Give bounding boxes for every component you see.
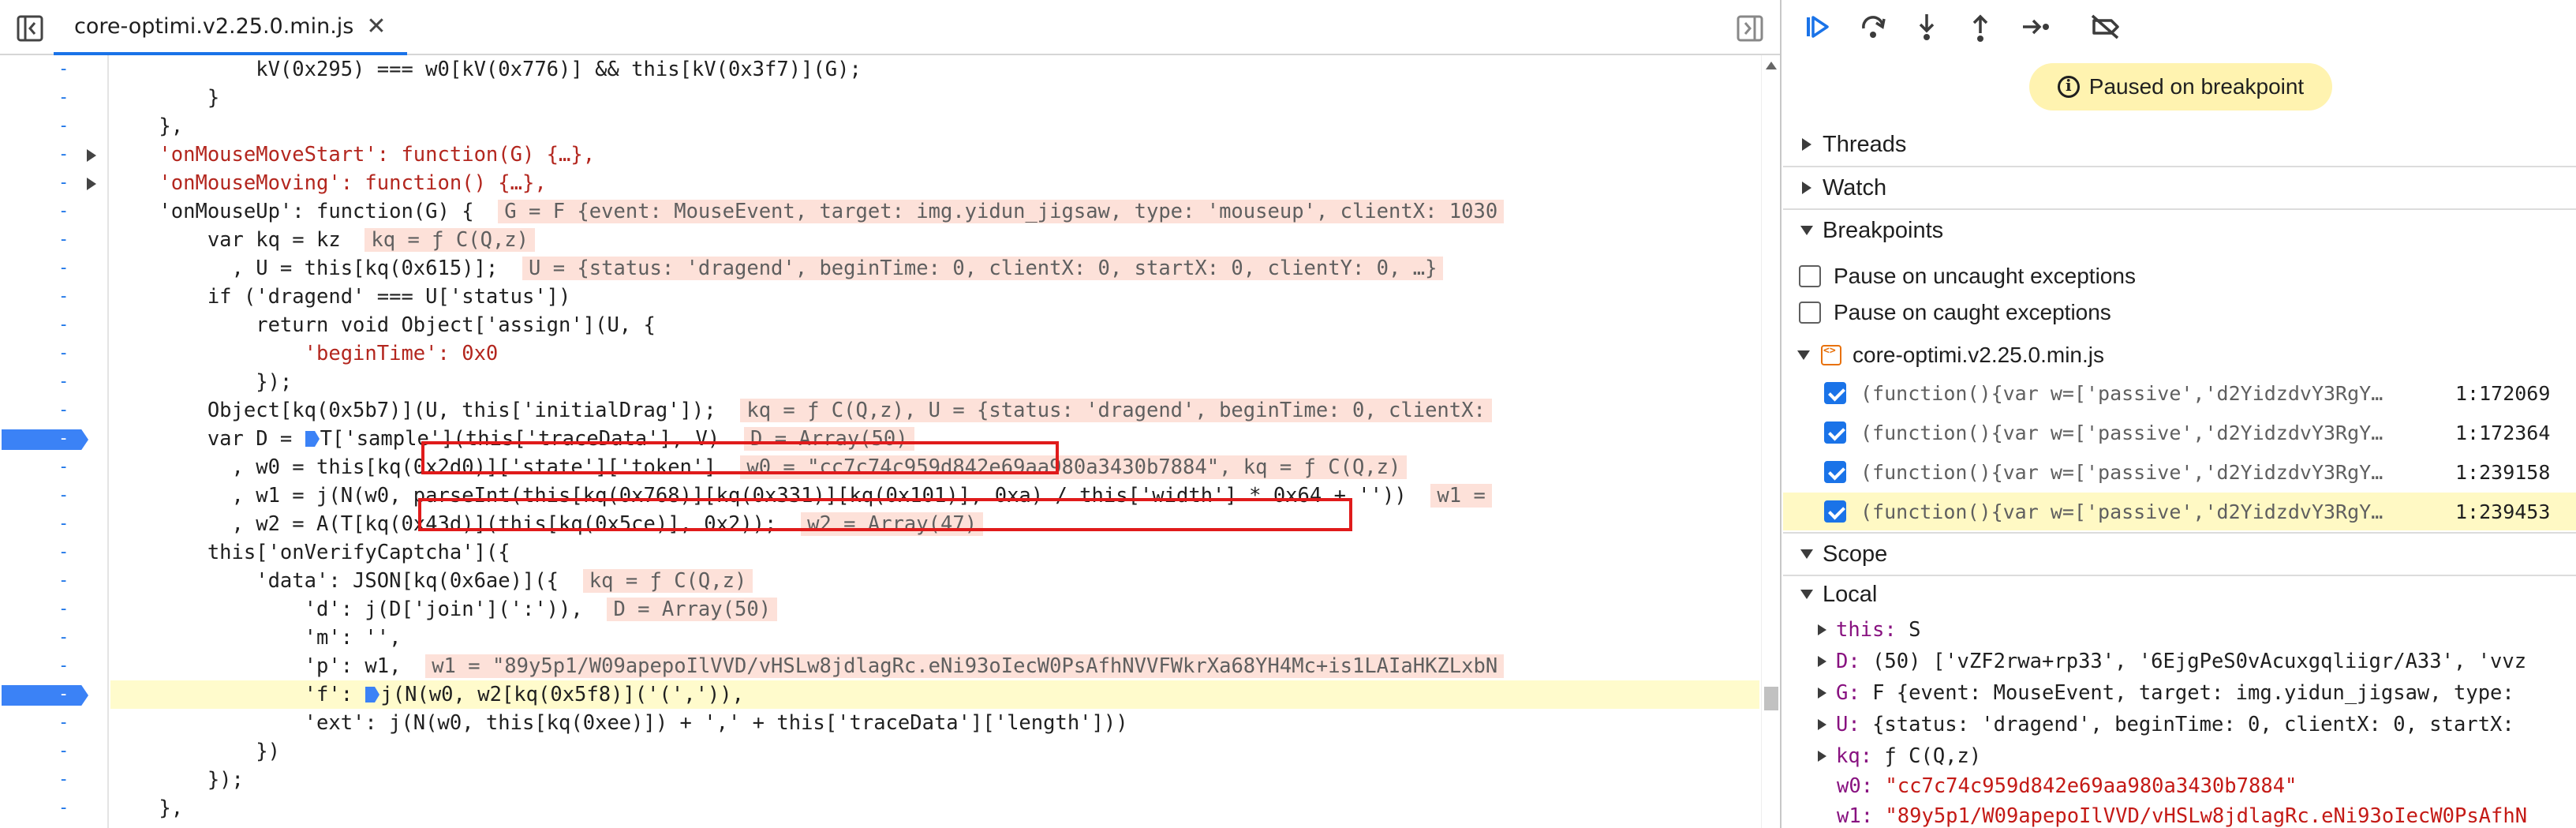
scrollbar-thumb[interactable]	[1764, 687, 1778, 710]
breakpoint-checkbox[interactable]	[1824, 421, 1846, 444]
scope-var-U[interactable]: U: {status: 'dragend', beginTime: 0, cli…	[1783, 709, 2576, 740]
paused-status-banner: Paused on breakpoint	[2029, 63, 2332, 111]
watch-section-header[interactable]: Watch	[1783, 166, 2576, 208]
breakpoint-checkbox[interactable]	[1824, 461, 1846, 483]
debugger-panel: Paused on breakpoint Threads Watch Break…	[1783, 0, 2576, 828]
inline-breakpoint-icon[interactable]	[305, 430, 320, 448]
code-line: 'p': w1, w1 = "89y5p1/W09apepoIlVVD/vHSL…	[110, 652, 1759, 680]
scope-var-G[interactable]: G: F {event: MouseEvent, target: img.yid…	[1783, 677, 2576, 709]
close-icon[interactable]: ✕	[366, 13, 386, 40]
file-tab[interactable]: core-optimi.v2.25.0.min.js ✕	[54, 0, 407, 55]
expand-arrow-icon	[1818, 656, 1826, 667]
code-line: 'data': JSON[kq(0x6ae)]({ kq = ƒ C(Q,z)	[110, 567, 1759, 595]
inline-value: kq = ƒ C(Q,z)	[365, 228, 536, 252]
expand-arrow-icon	[1818, 688, 1826, 699]
breakpoint-marker[interactable]: -	[2, 429, 88, 450]
code-line: this['onVerifyCaptcha']({	[110, 541, 510, 564]
toggle-navigator-icon[interactable]	[16, 14, 44, 43]
breakpoint-marker[interactable]: -	[2, 685, 88, 706]
local-scope-header[interactable]: Local	[1783, 575, 2576, 613]
scope-var-D[interactable]: D: (50) ['vZF2rwa+rp33', '6EjgPeS0vAcuxg…	[1783, 646, 2576, 677]
pause-uncaught-option[interactable]: Pause on uncaught exceptions	[1799, 259, 2136, 294]
code-line: },	[110, 796, 184, 820]
code-line: 'onMouseUp': function(G) { G = F {event:…	[110, 197, 1759, 226]
code-line: return void Object['assign'](U, {	[110, 313, 656, 337]
collapse-arrow-icon	[1797, 350, 1810, 360]
breakpoint-item[interactable]: (function(){var w=['passive','d2YidzdvY3…	[1783, 374, 2576, 412]
scope-var-kq[interactable]: kq: ƒ C(Q,z)	[1783, 740, 2576, 772]
code-line: if ('dragend' === U['status'])	[110, 285, 571, 309]
code-line: }	[110, 86, 220, 110]
current-execution-line: 'f': j(N(w0, w2[kq(0x5f8)]('(',')),	[110, 680, 1759, 709]
inline-value: D = Array(50)	[607, 598, 778, 621]
inline-value: kq = ƒ C(Q,z)	[582, 569, 753, 593]
breakpoint-item[interactable]: (function(){var w=['passive','d2YidzdvY3…	[1783, 453, 2576, 491]
expand-arrow-icon	[1818, 719, 1826, 730]
collapse-arrow-icon	[1800, 549, 1813, 559]
toggle-debugger-icon[interactable]	[1736, 14, 1764, 43]
pause-uncaught-checkbox[interactable]	[1799, 265, 1821, 287]
code-line: var kq = kz kq = ƒ C(Q,z)	[110, 226, 1759, 254]
pause-caught-option[interactable]: Pause on caught exceptions	[1799, 295, 2111, 330]
script-file-icon	[1821, 345, 1841, 365]
code-line: 'onMouseMoving': function() {…},	[110, 171, 547, 195]
paused-label: Paused on breakpoint	[2088, 74, 2305, 99]
expand-arrow-icon	[1818, 624, 1826, 635]
breakpoints-section-header[interactable]: Breakpoints	[1783, 208, 2576, 251]
code-line: 'm': '',	[110, 626, 402, 650]
inline-value: kq = ƒ C(Q,z), U = {status: 'dragend', b…	[740, 399, 1492, 422]
editor-tab-bar: core-optimi.v2.25.0.min.js ✕	[0, 0, 1780, 55]
code-line: },	[110, 114, 184, 138]
code-line: 'd': j(D['join'](':')), D = Array(50)	[110, 595, 1759, 624]
threads-section-header[interactable]: Threads	[1783, 123, 2576, 166]
fold-arrow-icon[interactable]	[87, 149, 96, 162]
debugger-toolbar	[1783, 0, 2576, 55]
deactivate-breakpoints-icon[interactable]	[2089, 11, 2121, 43]
expand-arrow-icon	[1802, 138, 1811, 151]
scope-var-w0[interactable]: w0: "cc7c74c959d842e69aa980a3430b7884"	[1783, 770, 2576, 802]
step-into-icon[interactable]	[1911, 11, 1942, 43]
resume-icon[interactable]	[1802, 11, 1834, 43]
line-gutter[interactable]: - - - - - - - - - - - - - - - - - - - - …	[0, 55, 109, 828]
collapse-arrow-icon	[1800, 226, 1813, 235]
scope-var-this[interactable]: this: S	[1783, 614, 2576, 646]
editor-scrollbar[interactable]	[1761, 55, 1780, 828]
breakpoint-item-active[interactable]: (function(){var w=['passive','d2YidzdvY3…	[1783, 493, 2576, 530]
breakpoint-checkbox[interactable]	[1824, 500, 1846, 523]
inline-value: G = F {event: MouseEvent, target: img.yi…	[498, 200, 1505, 223]
inline-value: U = {status: 'dragend', beginTime: 0, cl…	[522, 257, 1444, 280]
collapse-arrow-icon	[1800, 590, 1813, 599]
code-line: });	[110, 768, 244, 792]
code-line: });	[110, 370, 293, 394]
expand-arrow-icon	[1802, 182, 1811, 194]
fold-arrow-icon[interactable]	[87, 178, 96, 190]
scope-var-w1[interactable]: w1: "89y5p1/W09apepoIlVVD/vHSLw8jdlagRc.…	[1783, 800, 2576, 828]
annotation-box-token	[421, 441, 1059, 474]
scope-section-header[interactable]: Scope	[1783, 532, 2576, 575]
info-icon	[2057, 76, 2080, 98]
pause-caught-checkbox[interactable]	[1799, 302, 1821, 324]
code-line: 'onMouseMoveStart': function(G) {…},	[110, 143, 596, 167]
step-out-icon[interactable]	[1965, 11, 1996, 43]
step-icon[interactable]	[2020, 11, 2051, 43]
code-area[interactable]: kV(0x295) === w0[kV(0x776)] && this[kV(0…	[110, 55, 1759, 828]
code-line: 'ext': j(N(w0, this[kq(0xee)]) + ',' + t…	[110, 711, 1128, 735]
inline-breakpoint-icon[interactable]	[365, 686, 380, 703]
inline-value: w1 = "89y5p1/W09apepoIlVVD/vHSLw8jdlagRc…	[425, 654, 1505, 678]
annotation-box-w2	[418, 498, 1352, 531]
step-over-icon[interactable]	[1857, 11, 1889, 43]
code-line: Object[kq(0x5b7)](U, this['initialDrag']…	[110, 396, 1759, 425]
expand-arrow-icon	[1818, 751, 1826, 762]
code-line: })	[110, 740, 280, 763]
code-line: 'beginTime': 0x0	[110, 342, 499, 365]
code-line: kV(0x295) === w0[kV(0x776)] && this[kV(0…	[110, 58, 862, 81]
file-tab-label: core-optimi.v2.25.0.min.js	[74, 13, 354, 39]
code-line: , U = this[kq(0x615)]; U = {status: 'dra…	[110, 254, 1759, 283]
breakpoint-item[interactable]: (function(){var w=['passive','d2YidzdvY3…	[1783, 414, 2576, 451]
scroll-up-icon[interactable]	[1766, 62, 1777, 69]
breakpoint-file-group[interactable]: core-optimi.v2.25.0.min.js	[1797, 339, 2104, 371]
breakpoint-checkbox[interactable]	[1824, 382, 1846, 404]
source-editor: core-optimi.v2.25.0.min.js ✕ - - - - - -…	[0, 0, 1782, 828]
inline-value: w1 =	[1430, 484, 1492, 508]
